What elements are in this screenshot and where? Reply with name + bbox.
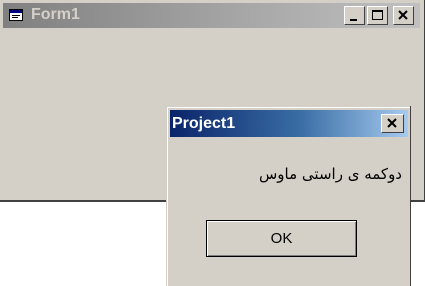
form-window-icon [9,8,23,21]
close-icon [398,10,408,20]
form1-titlebar[interactable]: Form1 [3,3,420,28]
message-box-titlebar[interactable]: Project1 [170,110,408,137]
message-text: دوکمه ی راستی ماوس [259,165,402,183]
form1-title: Form1 [31,6,80,23]
form1-close-button[interactable] [393,6,414,25]
minimize-button[interactable] [344,6,365,25]
maximize-icon [372,10,383,20]
minimize-icon [350,19,357,21]
message-box-dialog: Project1 دوکمه ی راستی ماوس OK [166,106,410,286]
maximize-button[interactable] [367,6,388,25]
message-box-title: Project1 [172,115,236,132]
ok-button[interactable]: OK [206,220,357,257]
message-box-close-button[interactable] [381,114,404,133]
close-icon [387,118,397,128]
